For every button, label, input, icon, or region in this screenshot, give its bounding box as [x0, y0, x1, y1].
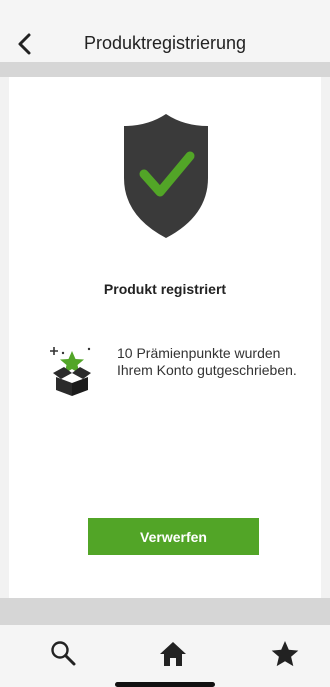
bottom-navigation — [0, 625, 330, 687]
home-indicator — [115, 682, 215, 687]
confirmation-card: Produkt registriert 10 Prämienpunkte wur… — [9, 77, 321, 598]
status-title: Produkt registriert — [103, 281, 227, 297]
search-icon[interactable] — [49, 639, 79, 669]
discard-button[interactable]: Verwerfen — [88, 518, 259, 555]
star-icon[interactable] — [270, 639, 300, 669]
page-title: Produktregistrierung — [83, 33, 247, 53]
header-divider-band — [0, 62, 330, 77]
header-bar: Produktregistrierung — [0, 0, 330, 62]
screen: Produktregistrierung Produkt registriert… — [0, 0, 330, 687]
gift-box-star-icon — [50, 347, 91, 396]
reward-message: 10 Prämienpunkte wurden Ihrem Konto gutg… — [117, 345, 297, 378]
shield-check-icon — [124, 114, 208, 238]
footer-divider-band — [0, 598, 330, 625]
home-icon[interactable] — [158, 639, 188, 669]
